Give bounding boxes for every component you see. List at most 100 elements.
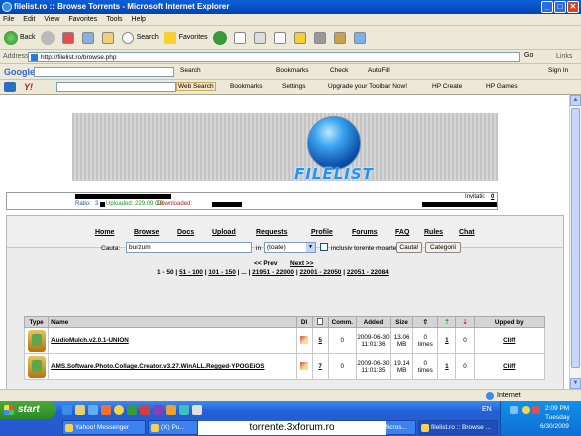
nav-upload[interactable]: Upload [212,229,236,236]
nav-requests[interactable]: Requests [256,229,288,236]
col-size[interactable]: Size [390,316,414,328]
scroll-down-icon[interactable]: ▼ [570,378,581,389]
tray-antivirus-icon[interactable] [532,406,540,414]
messenger-button[interactable] [333,31,349,44]
history-button[interactable] [212,30,229,45]
col-uploader[interactable]: Upped by [473,316,545,328]
discuss-button[interactable] [293,31,309,44]
hp-create-button[interactable]: HP Create [432,83,462,90]
web-search-button[interactable]: Web Search [176,82,216,91]
include-dead-checkbox[interactable] [320,243,328,251]
task-filelist-browser[interactable]: filelist.ro :: Browse ... [418,420,498,435]
favorites-button[interactable]: Favorites [163,31,208,44]
menu-view[interactable]: View [44,16,59,23]
tray-network-icon[interactable] [510,406,518,414]
search-submit-button[interactable]: Cauta! [396,242,422,253]
col-seeders[interactable]: ⇡ [437,316,457,328]
category-select[interactable]: (toate) ▼ [264,242,316,253]
site-logo[interactable]: FILELIST [294,165,374,183]
torrent-name-link[interactable]: AudioMulch.v2.0.1-UNION [48,327,297,354]
address-input[interactable]: http://filelist.ro/browse.php [28,52,520,62]
stop-button[interactable] [61,31,77,44]
categories-button[interactable]: Categorii [425,242,461,253]
go-button[interactable]: Go [524,52,533,59]
scroll-up-icon[interactable]: ▲ [570,95,581,106]
quicklaunch-app-icon[interactable] [179,405,189,415]
pager-link[interactable]: 22001 - 22050 [300,269,342,276]
nav-forums[interactable]: Forums [352,229,378,236]
task-yahoo-messenger[interactable]: Yahoo! Messenger [62,420,146,435]
research-button[interactable] [313,31,329,44]
google-search-input[interactable] [34,67,174,77]
quicklaunch-ie-icon[interactable] [62,405,72,415]
edit-button[interactable] [273,31,289,44]
quicklaunch-app-icon[interactable] [153,405,163,415]
col-name[interactable]: Name [48,316,297,328]
pager-next[interactable]: Next >> [290,260,314,267]
nav-chat[interactable]: Chat [459,229,475,236]
quicklaunch-app-icon[interactable] [140,405,150,415]
print-button[interactable] [253,31,269,44]
yahoo-search-input[interactable] [56,82,176,92]
nav-rules[interactable]: Rules [424,229,443,236]
menu-file[interactable]: File [3,16,14,23]
download-cell[interactable] [295,353,313,380]
quicklaunch-app-icon[interactable] [192,405,202,415]
upgrade-toolbar-link[interactable]: Upgrade your Toolbar Now! [328,83,407,90]
col-comments[interactable]: Comm. [327,316,357,328]
google-signin-button[interactable]: Sign In [548,67,568,74]
torrent-name-link[interactable]: AMS.Software.Photo.Collage.Creator.v3.27… [48,353,297,380]
quicklaunch-app-icon[interactable] [166,405,176,415]
quicklaunch-folder-icon[interactable] [75,405,85,415]
tools-button[interactable] [353,31,369,44]
menu-favorites[interactable]: Favorites [68,16,97,23]
pager-link[interactable]: 51 - 100 [179,269,203,276]
minimize-button[interactable]: _ [541,1,553,13]
col-snatched[interactable]: ⇧ [412,316,439,328]
google-check-button[interactable]: Check [330,67,348,74]
menu-help[interactable]: Help [132,16,146,23]
yahoo-bookmarks-button[interactable]: Bookmarks [230,83,263,90]
task-window[interactable]: (X) Pu... [148,420,198,435]
nav-home[interactable]: Home [95,229,114,236]
nav-docs[interactable]: Docs [177,229,194,236]
back-button[interactable]: Back [4,30,36,45]
category-icon-cell[interactable] [23,327,50,354]
seeders-count[interactable]: 1 [437,353,457,380]
invites-value[interactable]: 0 [491,194,494,200]
google-autofill-button[interactable]: AutoFill [368,67,390,74]
google-search-button[interactable]: Search [180,67,201,74]
start-button[interactable]: start [0,401,56,419]
files-count[interactable]: 7 [311,353,329,380]
col-added[interactable]: Added [355,316,392,328]
quicklaunch-messenger-icon[interactable] [114,405,124,415]
forward-button[interactable] [40,30,57,45]
menu-edit[interactable]: Edit [23,16,35,23]
links-label[interactable]: Links [556,53,572,60]
maximize-button[interactable]: □ [554,1,566,13]
category-icon-cell[interactable] [23,353,50,380]
quicklaunch-media-icon[interactable] [101,405,111,415]
quicklaunch-desktop-icon[interactable] [88,405,98,415]
quicklaunch-app-icon[interactable] [127,405,137,415]
mail-button[interactable] [233,31,249,44]
clock-time[interactable]: 2:09 PM [545,405,569,412]
vertical-scrollbar[interactable]: ▲ ▼ [569,95,581,389]
uploader-link[interactable]: Cliff [473,327,545,354]
yahoo-settings-button[interactable]: Settings [282,83,306,90]
scroll-thumb[interactable] [571,108,580,368]
files-count[interactable]: 5 [311,327,329,354]
seeders-count[interactable]: 1 [437,327,457,354]
refresh-button[interactable] [81,31,97,44]
nav-profile[interactable]: Profile [311,229,333,236]
pager-link[interactable]: 21951 - 22000 [252,269,294,276]
language-indicator[interactable]: EN [482,406,492,413]
col-leechers[interactable]: ⇣ [455,316,475,328]
pager-link[interactable]: 101 - 150 [208,269,235,276]
hp-games-button[interactable]: HP Games [486,83,518,90]
uploader-link[interactable]: Cliff [473,353,545,380]
search-button[interactable]: Search [121,31,159,44]
tray-messenger-icon[interactable] [522,406,530,414]
menu-tools[interactable]: Tools [106,16,122,23]
google-bookmarks-button[interactable]: Bookmarks [276,67,309,74]
